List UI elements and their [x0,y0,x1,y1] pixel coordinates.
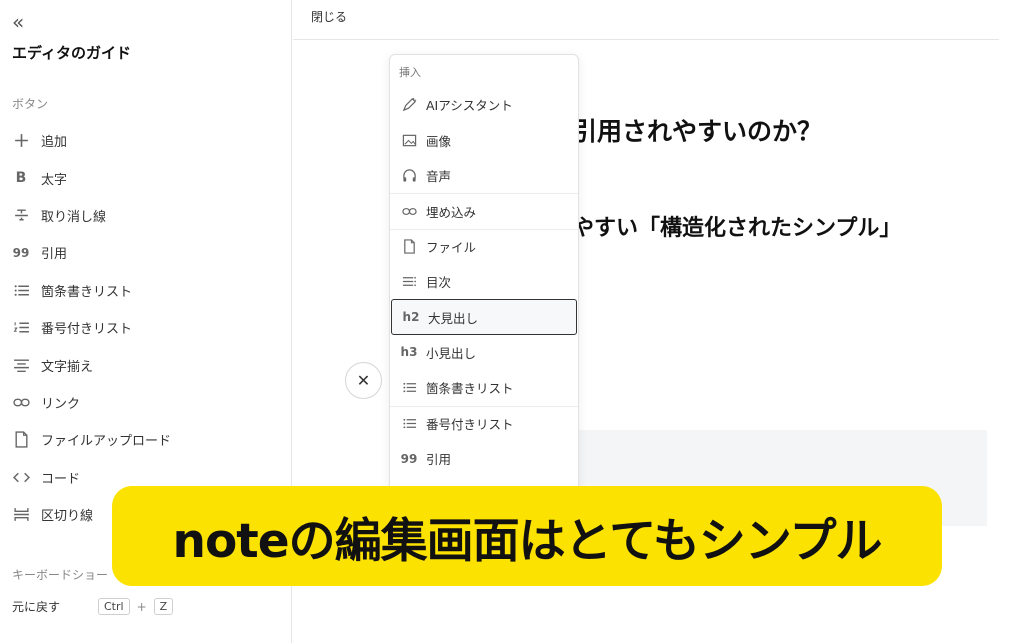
guide-item-file-upload: ファイルアップロード [10,421,280,458]
article-heading-2[interactable]: やすい「構造化されたシンプル」 [572,210,901,242]
file-icon [400,238,418,256]
guide-item-bold: B 太字 [10,159,280,196]
guide-item-add: 追加 [10,122,280,159]
quote-icon: 99 [400,451,418,466]
pen-icon [400,96,418,114]
shortcut-label: 元に戻す [12,600,61,614]
menu-item-label: 埋め込み [426,204,477,220]
h3-icon: h3 [400,345,418,360]
menu-item-label: ファイル [426,240,477,256]
menu-item-label: 画像 [426,133,452,149]
key-ctrl: Ctrl [98,598,130,615]
close-guide-button[interactable]: 閉じる [311,8,347,25]
menu-item-embed[interactable]: 埋め込み [390,193,578,228]
guide-item-label: 文字揃え [41,359,94,375]
section-buttons-heading: ボタン [12,97,49,111]
key-plus: + [136,599,147,614]
menu-item-label: 小見出し [426,345,477,361]
collapse-sidebar-icon[interactable]: « [12,10,24,34]
menu-item-label: 引用 [426,452,452,468]
editor-topbar: 閉じる [293,0,999,40]
link-icon [400,202,418,220]
menu-item-label: 大見出し [428,310,479,326]
menu-item-label: AIアシスタント [426,98,513,114]
bullet-list-icon [400,379,418,397]
guide-item-align: 文字揃え [10,346,280,383]
guide-item-quote: 99 引用 [10,234,280,271]
menu-item-bullet-list[interactable]: 箇条書きリスト [390,370,578,405]
code-icon [10,468,32,486]
sidebar-title: エディタのガイド [12,44,131,62]
numbered-list-icon [10,319,32,337]
guide-item-bullet-list: 箇条書きリスト [10,272,280,309]
menu-item-ai-assistant[interactable]: AIアシスタント [390,87,578,122]
bullet-list-icon [10,281,32,299]
insert-menu-label: 挿入 [399,66,421,79]
article-heading-1[interactable]: 引用されやすいのか？ [572,112,822,148]
guide-item-numbered-list: 番号付きリスト [10,309,280,346]
image-icon [400,131,418,149]
guide-item-label: 追加 [41,135,68,151]
menu-item-file[interactable]: ファイル [390,228,578,264]
menu-item-numbered-list[interactable]: 番号付きリスト [390,405,578,441]
guide-item-link: リンク [10,384,280,421]
guide-button-list: 追加 B 太字 取り消し線 99 引用 箇条書きリスト 番号付きリスト 文字揃え [10,122,280,533]
section-keyboard-heading: キーボードショー [12,568,109,582]
guide-item-label: 太字 [41,172,68,188]
h2-icon: h2 [402,310,420,325]
menu-item-label: 目次 [426,275,452,291]
insert-menu: 挿入 AIアシスタント 画像 音声 埋め込み ファイル 目次 h2 大見出し h… [389,54,579,494]
menu-item-toc[interactable]: 目次 [390,264,578,299]
shortcut-undo: 元に戻す Ctrl + Z [12,598,174,615]
caption-banner: noteの編集画面はとてもシンプル [112,486,942,586]
numbered-list-icon [400,415,418,433]
guide-item-label: 引用 [41,247,68,263]
guide-item-label: ファイルアップロード [41,434,172,450]
menu-item-label: 番号付きリスト [426,417,514,433]
plus-icon [10,132,32,150]
insert-menu-list: AIアシスタント 画像 音声 埋め込み ファイル 目次 h2 大見出し h3 小… [390,87,578,476]
guide-item-strikethrough: 取り消し線 [10,197,280,234]
menu-item-quote[interactable]: 99 引用 [390,441,578,476]
divider-icon [10,506,32,524]
align-icon [10,356,32,374]
toc-icon [400,273,418,291]
menu-item-label: 箇条書きリスト [426,381,514,397]
link-icon [10,393,32,411]
menu-item-label: 音声 [426,168,452,184]
close-insert-menu-button[interactable]: ✕ [345,362,382,399]
bold-icon: B [15,170,27,187]
menu-item-large-heading[interactable]: h2 大見出し [391,299,577,335]
file-icon [10,431,32,449]
key-z: Z [153,598,174,615]
headphones-icon [400,166,418,184]
strikethrough-icon [10,206,32,224]
guide-item-label: 区切り線 [41,509,94,525]
menu-item-audio[interactable]: 音声 [390,158,578,193]
menu-item-image[interactable]: 画像 [390,122,578,157]
guide-item-label: リンク [41,396,81,412]
caption-text: noteの編集画面はとてもシンプル [172,513,883,569]
menu-item-small-heading[interactable]: h3 小見出し [390,335,578,370]
quote-icon: 99 [12,245,30,260]
guide-item-label: 番号付きリスト [41,322,133,338]
guide-item-label: 取り消し線 [41,209,107,225]
guide-item-label: 箇条書きリスト [41,284,133,300]
guide-item-label: コード [41,471,81,487]
